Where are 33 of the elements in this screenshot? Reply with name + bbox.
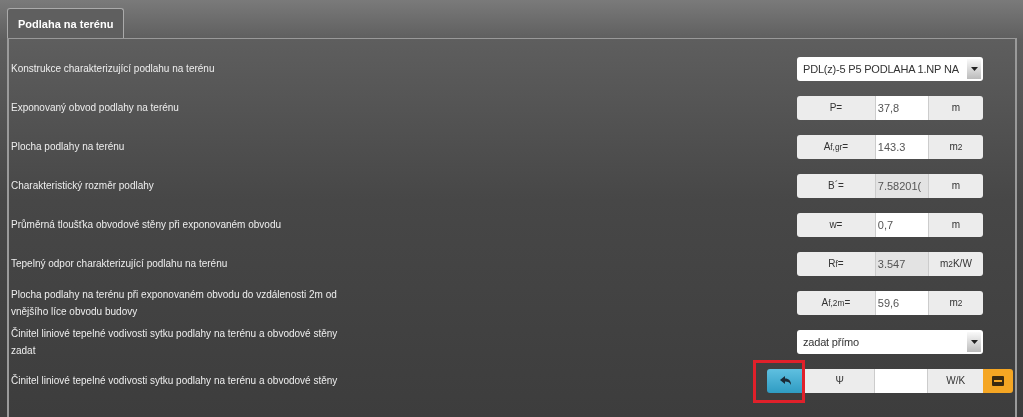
input-field[interactable]: 37,8 (875, 95, 928, 120)
field-label: Konstrukce charakterizující podlahu na terénu (11, 62, 216, 76)
symbol-label: P= (797, 95, 876, 120)
unit-label: m (927, 95, 983, 120)
input-field[interactable]: 143.3 (875, 134, 928, 159)
dropdown[interactable]: zadat přímo (797, 329, 983, 354)
back-arrow-icon (780, 375, 792, 386)
field-label: Exponovaný obvod podlahy na terénu (11, 101, 180, 115)
caret-icon (967, 58, 981, 79)
field-label: Plocha podlahy na terénu při exponovaném obvodu do vzdálenosti 2m od vnějšího líce obvodu budovy (11, 287, 338, 319)
field-label: Činitel liniové tepelné vodivosti sytku podlahy na terénu a obvodové stěny zadat (11, 326, 339, 358)
symbol-label: Ψ (805, 368, 876, 393)
dropdown[interactable]: PDL(z)-5 P5 PODLAHA 1.NP NA (797, 56, 983, 81)
input-field[interactable]: 0,7 (875, 212, 928, 237)
symbol-label: B´= (797, 173, 876, 198)
calculator-button[interactable] (983, 368, 1013, 393)
tab[interactable]: Podlaha na terénu (7, 8, 125, 38)
unit-label: m (927, 212, 983, 237)
unit-label: W/K (927, 368, 983, 393)
unit-label: m (927, 173, 983, 198)
field-label: Tepelný odpor charakterizující podlahu na terénu (11, 257, 229, 271)
input-field[interactable]: 3.547 (875, 251, 928, 276)
field-label: Charakteristický rozměr podlahy (11, 179, 155, 193)
input-field[interactable]: 7.58201( (875, 173, 928, 198)
input-field[interactable]: 59,6 (875, 290, 928, 315)
undo-button[interactable] (767, 368, 805, 393)
field-label: Činitel liniové tepelné vodivosti sytku podlahy na terénu a obvodové stěny (11, 373, 339, 388)
field-label: Průměrná tloušťka obvodové stěny při exponovaném obvodu (11, 218, 283, 232)
input-field[interactable] (875, 368, 928, 393)
caret-icon (967, 331, 981, 352)
symbol-label: w= (797, 212, 876, 237)
field-label: Plocha podlahy na terénu (11, 140, 126, 154)
panel-icon (992, 375, 1004, 386)
